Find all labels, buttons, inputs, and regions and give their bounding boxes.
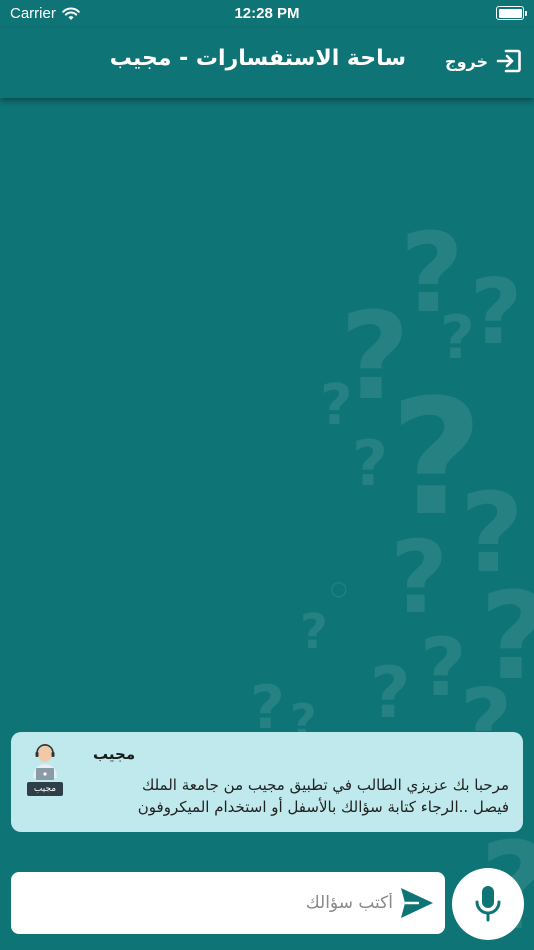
bot-avatar: مجيب [27,744,67,796]
status-bar: Carrier 12:28 PM [0,0,534,28]
question-mark-icon: ? [470,260,523,365]
page-title: ساحة الاستفسارات - مجيب [109,46,406,71]
microphone-icon [475,886,501,922]
exit-icon [496,49,521,73]
navigation-bar: ساحة الاستفسارات - مجيب خروج [0,28,534,98]
question-mark-icon: ? [440,303,475,373]
logout-label: خروج [445,51,488,71]
question-mark-icon: ? [370,652,411,734]
message-text: مرحبا بك عزيزي الطالب في تطبيق مجيب من ج… [137,776,509,816]
microphone-button[interactable] [452,868,524,940]
support-agent-icon [33,744,57,780]
question-mark-icon: ? [320,373,353,438]
send-button[interactable] [399,886,435,920]
avatar-label: مجيب [27,782,63,796]
send-icon [401,888,433,918]
message-composer [11,872,445,934]
question-mark-icon: ○ [330,576,348,600]
question-mark-icon: ? [250,673,285,743]
sender-name: مجيب [93,745,136,763]
question-mark-icon: ? [390,519,449,636]
logout-button[interactable]: خروج [445,48,522,74]
question-mark-icon: ? [300,604,328,660]
status-time: 12:28 PM [234,5,300,22]
battery-icon [496,6,527,20]
message-bubble: مجيب مجيب مرحبا بك عزيزي الطالب في تطبيق… [11,732,523,832]
question-input[interactable] [23,872,393,934]
question-mark-icon: ? [352,427,388,500]
